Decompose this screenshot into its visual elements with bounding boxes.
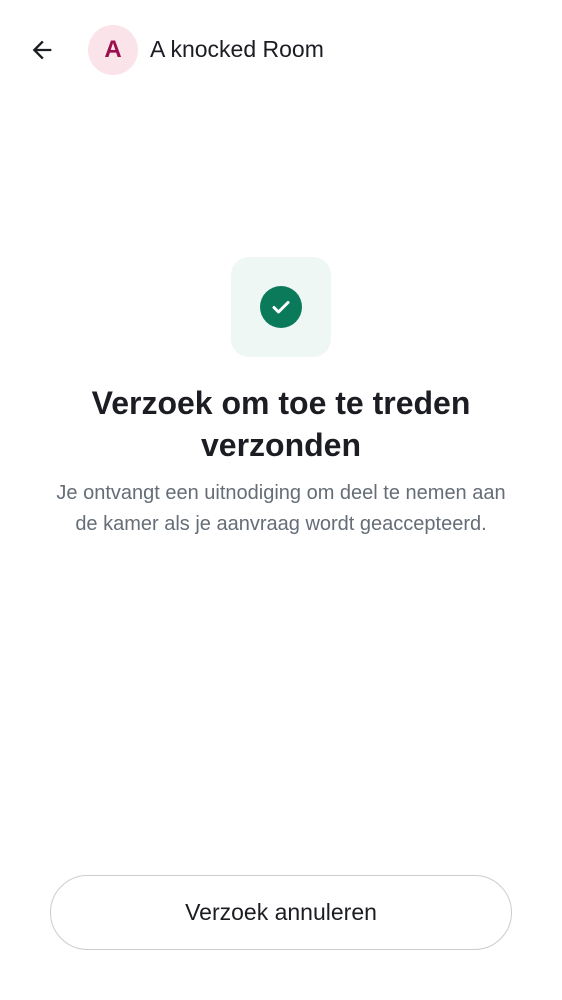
cancel-request-button[interactable]: Verzoek annuleren: [50, 875, 512, 950]
checkmark-icon: [272, 301, 290, 314]
back-button[interactable]: [18, 26, 66, 74]
room-name: A knocked Room: [150, 36, 324, 62]
status-description: Je ontvangt een uitnodiging om deel te n…: [56, 482, 506, 535]
avatar-letter: A: [104, 36, 122, 63]
page-title: Verzoek om toe te treden verzonden: [91, 385, 471, 463]
arrow-left-icon: [32, 40, 52, 60]
avatar: A: [88, 25, 138, 75]
status-icon-tile: [231, 257, 331, 357]
check-circle-icon: [260, 286, 302, 328]
top-app-bar: A A knocked Room: [0, 0, 562, 100]
